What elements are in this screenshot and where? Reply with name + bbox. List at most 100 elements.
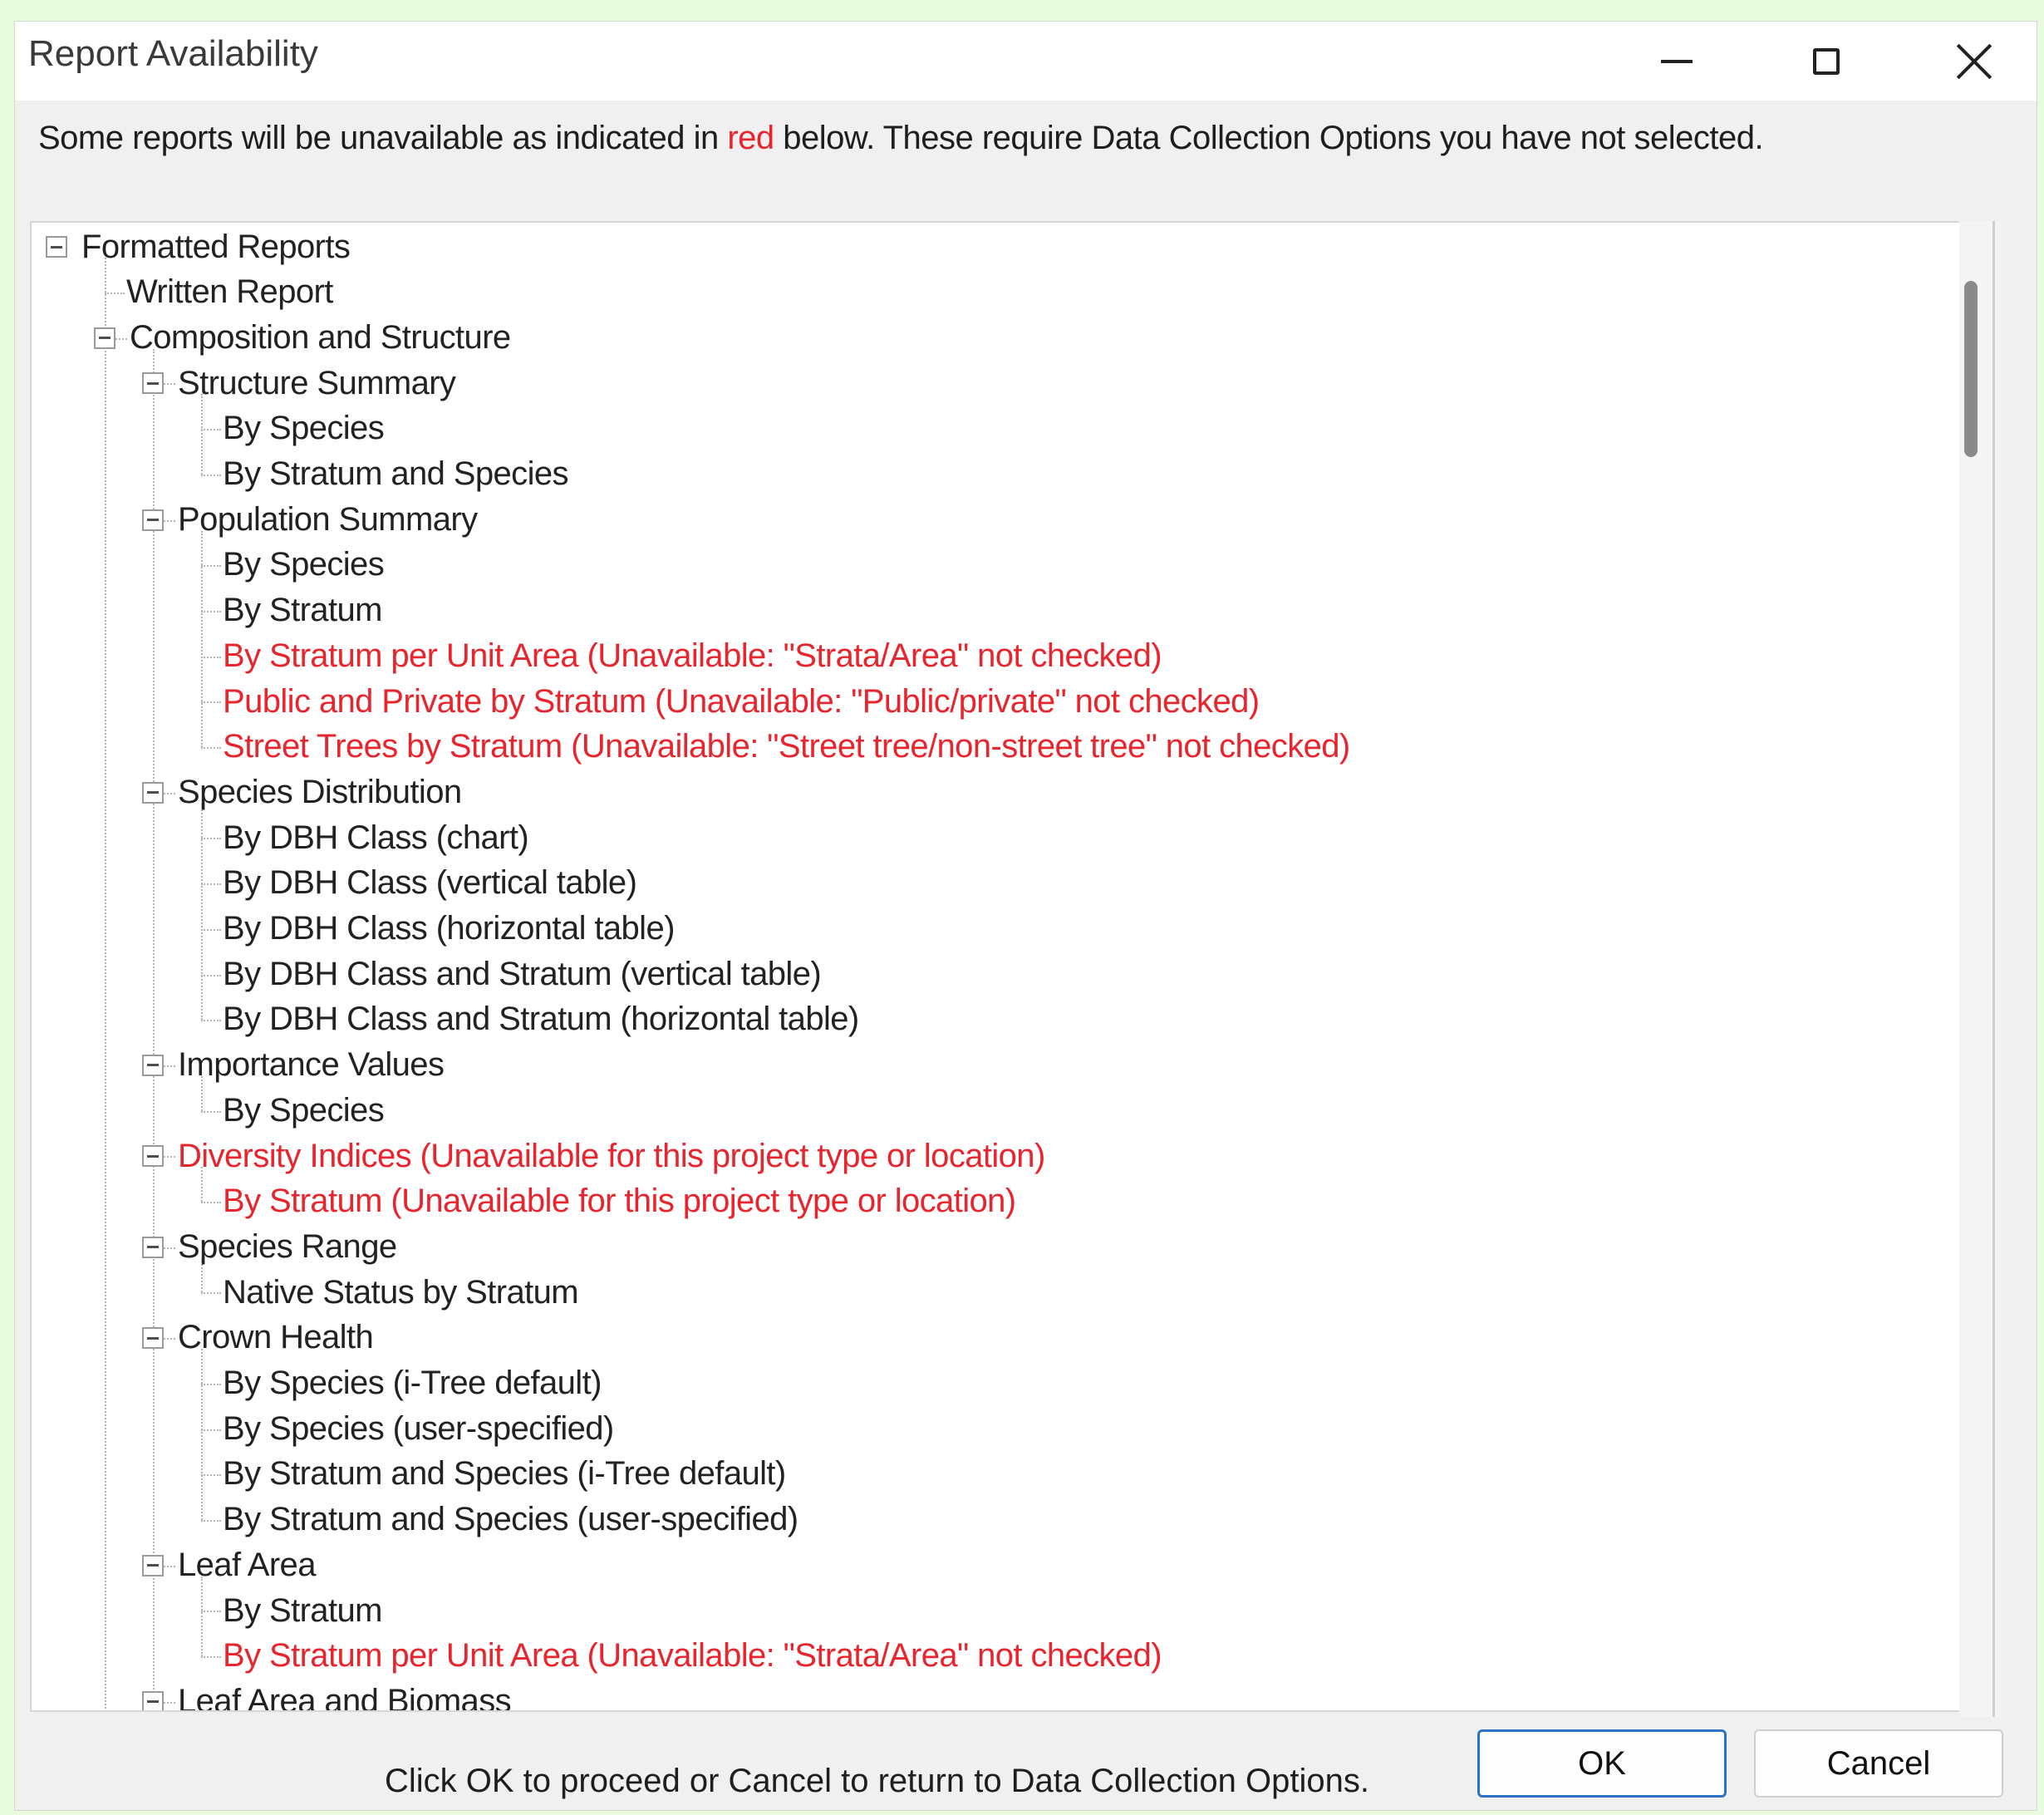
ok-button[interactable]: OK	[1477, 1729, 1727, 1798]
collapse-toggle-icon[interactable]	[46, 236, 67, 258]
tree-item-unavailable[interactable]: Diversity Indices (Unavailable for this …	[178, 1134, 1045, 1178]
collapse-toggle-icon[interactable]	[142, 1690, 164, 1710]
tree-connector	[201, 1519, 221, 1522]
tree-connector	[201, 429, 221, 431]
tree-connector	[201, 610, 221, 612]
tree-connector	[201, 1020, 221, 1022]
tree-item[interactable]: By DBH Class (chart)	[223, 815, 529, 860]
tree-connector	[201, 1110, 221, 1113]
availability-notice: Some reports will be unavailable as indi…	[38, 120, 1764, 157]
tree-guide-line	[105, 258, 106, 1710]
collapse-toggle-icon[interactable]	[142, 1554, 164, 1576]
tree-item-unavailable[interactable]: By Stratum per Unit Area (Unavailable: "…	[223, 1634, 1162, 1679]
tree-connector	[164, 1338, 175, 1340]
tree-guide-line	[201, 1576, 203, 1657]
collapse-toggle-icon[interactable]	[142, 1145, 164, 1168]
tree-connector	[164, 1565, 175, 1567]
close-button[interactable]	[1912, 22, 2037, 101]
tree-item[interactable]: By DBH Class and Stratum (horizontal tab…	[223, 997, 859, 1042]
collapse-toggle-icon[interactable]	[94, 327, 115, 349]
footer-message: Click OK to proceed or Cancel to return …	[385, 1763, 1369, 1799]
tree-connector	[201, 1383, 221, 1385]
notice-red-word: red	[727, 120, 774, 156]
tree-connector	[201, 565, 221, 568]
tree-connector	[201, 1656, 221, 1659]
tree-connector	[164, 1156, 175, 1158]
tree-item[interactable]: By DBH Class (vertical table)	[223, 861, 637, 906]
tree-connector	[164, 792, 175, 794]
tree-connector	[201, 974, 221, 976]
tree-item[interactable]: By Species	[223, 543, 385, 588]
tree-connector	[201, 1429, 221, 1431]
tree-item[interactable]: Formatted Reports	[81, 224, 351, 269]
tree-connector	[201, 883, 221, 886]
tree-connector	[164, 1701, 175, 1704]
tree-item[interactable]: By DBH Class and Stratum (vertical table…	[223, 952, 822, 996]
tree-guide-line	[201, 803, 203, 1021]
collapse-toggle-icon[interactable]	[142, 1054, 164, 1076]
tree-item[interactable]: By Stratum	[223, 588, 382, 633]
tree-item[interactable]: Importance Values	[178, 1043, 445, 1088]
tree-guide-line	[153, 348, 155, 1710]
tree-item[interactable]: By Stratum	[223, 1588, 382, 1633]
scrollbar-track	[1992, 221, 1995, 1717]
window-title: Report Availability	[28, 33, 318, 74]
notice-text-after: below. These require Data Collection Opt…	[783, 120, 1764, 156]
tree-connector	[201, 656, 221, 658]
tree-item[interactable]: Written Report	[126, 270, 333, 315]
tree-connector	[201, 701, 221, 704]
tree-connector	[201, 474, 221, 476]
collapse-toggle-icon[interactable]	[142, 509, 164, 531]
tree-item[interactable]: By Species (user-specified)	[223, 1406, 614, 1451]
tree-item[interactable]: Crown Health	[178, 1316, 374, 1360]
collapse-toggle-icon[interactable]	[142, 372, 164, 395]
tree-item[interactable]: Composition and Structure	[130, 315, 511, 360]
tree-connector	[105, 293, 125, 295]
collapse-toggle-icon[interactable]	[142, 1327, 164, 1350]
maximize-icon	[1813, 47, 1840, 75]
tree-item[interactable]: By Species	[223, 1088, 385, 1133]
tree-item-unavailable[interactable]: Public and Private by Stratum (Unavailab…	[223, 679, 1260, 724]
cancel-button[interactable]: Cancel	[1754, 1729, 2003, 1798]
tree-connector	[201, 1292, 221, 1295]
tree-connector	[201, 1202, 221, 1204]
tree-connector	[164, 1065, 175, 1067]
tree-item[interactable]: Native Status by Stratum	[223, 1270, 579, 1315]
tree-connector	[115, 337, 127, 340]
tree-item[interactable]: By Species (i-Tree default)	[223, 1361, 602, 1406]
tree-item-unavailable[interactable]: By Stratum per Unit Area (Unavailable: "…	[223, 633, 1162, 678]
tree-connector	[201, 928, 221, 931]
collapse-toggle-icon[interactable]	[142, 781, 164, 804]
tree-item[interactable]: By Stratum and Species	[223, 452, 569, 497]
tree-item[interactable]: Population Summary	[178, 497, 478, 542]
tree-item[interactable]: Structure Summary	[178, 361, 456, 406]
tree-connector	[164, 1247, 175, 1249]
minimize-icon	[1661, 59, 1693, 63]
tree-item-unavailable[interactable]: By Stratum (Unavailable for this project…	[223, 1179, 1016, 1224]
tree-connector	[164, 519, 175, 522]
tree-item[interactable]: Leaf Area	[178, 1542, 316, 1587]
tree-connector	[164, 383, 175, 386]
tree-item[interactable]: By DBH Class (horizontal table)	[223, 907, 675, 952]
maximize-button[interactable]	[1764, 22, 1889, 101]
tree-guide-line	[201, 1349, 203, 1520]
tree-item[interactable]: Species Range	[178, 1224, 397, 1269]
tree-guide-line	[201, 530, 203, 748]
tree-connector	[201, 838, 221, 840]
close-icon	[1956, 43, 1992, 80]
tree-connector	[201, 1474, 221, 1477]
tree-item[interactable]: Species Distribution	[178, 770, 462, 814]
vertical-scrollbar[interactable]	[1959, 221, 2001, 1717]
tree-item[interactable]: Leaf Area and Biomass	[178, 1679, 512, 1710]
tree-item[interactable]: By Stratum and Species (i-Tree default)	[223, 1452, 786, 1497]
report-tree[interactable]: Formatted Reports Written Report Compositi…	[30, 221, 1961, 1712]
report-availability-dialog: Report Availability Some reports will be…	[14, 21, 2037, 1811]
title-bar: Report Availability	[15, 22, 2037, 101]
scrollbar-thumb[interactable]	[1964, 281, 1978, 457]
collapse-toggle-icon[interactable]	[142, 1236, 164, 1258]
tree-item-unavailable[interactable]: Street Trees by Stratum (Unavailable: "S…	[223, 725, 1350, 770]
tree-item[interactable]: By Stratum and Species (user-specified)	[223, 1498, 798, 1542]
minimize-button[interactable]	[1614, 22, 1739, 101]
tree-guide-line	[201, 394, 203, 475]
tree-item[interactable]: By Species	[223, 406, 385, 451]
